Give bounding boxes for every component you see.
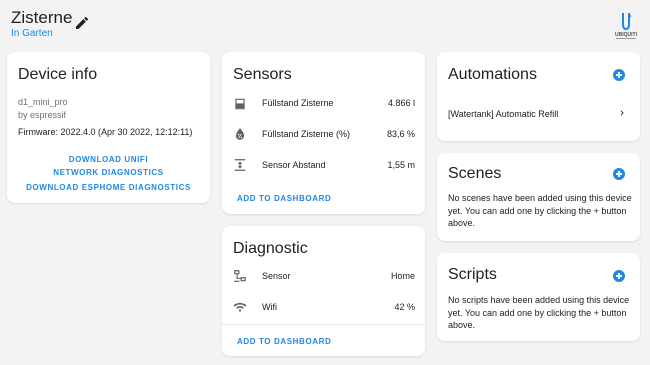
diagnostic-divider [222,324,425,325]
download-unifi-diagnostics-button[interactable]: DOWNLOAD UNIFI NETWORK DIAGNOSTICS [45,153,172,179]
page-title: Zisterne [11,8,73,27]
scenes-empty-message: No scenes have been added using this dev… [448,193,632,228]
automations-title: Automations [448,66,537,83]
sensor-label: Füllstand Zisterne (%) [262,129,351,139]
scenes-title: Scenes [448,165,502,182]
water-percent-icon [235,128,245,140]
sensor-label: Füllstand Zisterne [262,98,334,108]
diagnostic-title: Diagnostic [233,240,308,257]
add-script-button[interactable] [613,270,625,282]
automation-label: [Watertank] Automatic Refill [448,109,559,119]
diagnostic-value: Home [390,271,415,281]
diagnostic-label: Sensor [262,271,291,281]
diagnostic-value: 42 % [394,302,415,312]
chevron-right-icon [620,110,624,116]
diagnostic-card: Diagnostic Sensor Home Wifi 42 % ADD TO … [222,226,425,356]
sensor-value: 83,6 % [386,129,415,139]
download-esphome-diagnostics-button[interactable]: DOWNLOAD ESPHOME DIAGNOSTICS [17,183,200,192]
area-link[interactable]: In Garten [11,28,53,39]
automations-card: Automations [Watertank] Automatic Refill [437,52,640,141]
sensor-label: Sensor Abstand [262,160,326,170]
arrow-expand-vertical-icon [234,159,246,171]
scripts-card: Scripts No scripts have been added using… [437,253,640,341]
device-model: d1_mini_pro [18,97,68,107]
device-info-title: Device info [18,66,98,83]
sensors-title: Sensors [233,66,292,83]
add-scene-button[interactable] [613,168,625,180]
water-tank-icon [235,98,245,110]
scenes-card: Scenes No scenes have been added using t… [437,153,640,241]
scripts-empty-message: No scripts have been added using this de… [448,295,630,330]
sensor-value: 4.866 l [387,98,415,108]
scripts-title: Scripts [448,266,497,283]
diagnostic-add-to-dashboard-button[interactable]: ADD TO DASHBOARD [237,337,331,346]
device-manufacturer: by espressif [18,110,67,120]
ubiquiti-logo: UBIQUITI [610,11,642,41]
pencil-edit-icon[interactable] [74,15,90,31]
wifi-icon [233,302,247,312]
add-automation-button[interactable] [613,69,625,81]
sensors-add-to-dashboard-button[interactable]: ADD TO DASHBOARD [237,194,331,203]
firmware-version: Firmware: 2022.4.0 (Apr 30 2022, 12:12:1… [18,127,193,137]
sensor-value: 1,55 m [387,160,415,170]
device-info-card: Device info d1_mini_pro by espressif Fir… [7,52,210,203]
sensors-card: Sensors Füllstand Zisterne 4.866 l Fülls… [222,52,425,214]
diagnostic-label: Wifi [262,302,277,312]
svg-text:UBIQUITI: UBIQUITI [615,32,638,38]
lan-icon [234,270,246,282]
